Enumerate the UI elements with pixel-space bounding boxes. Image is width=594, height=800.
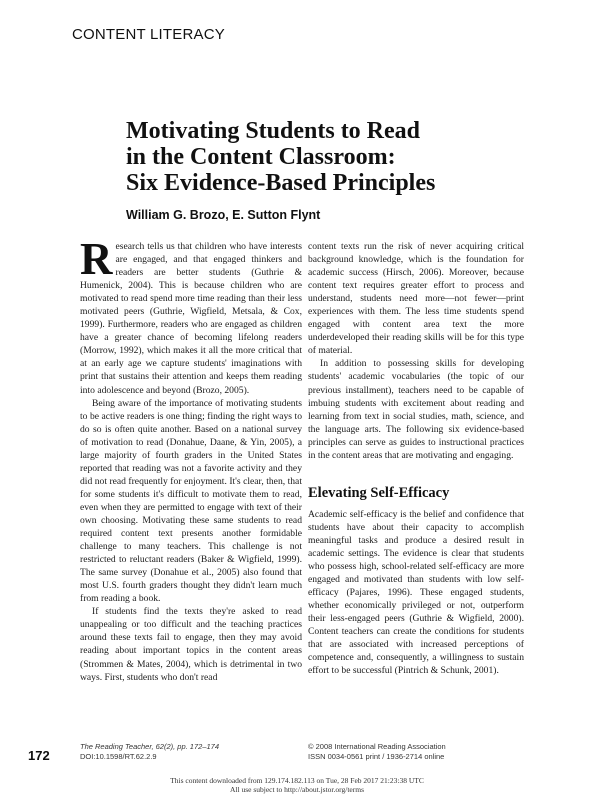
- paragraph: content texts run the risk of never acqu…: [308, 241, 524, 357]
- article-authors: William G. Brozo, E. Sutton Flynt: [126, 208, 321, 222]
- paragraph: Research tells us that children who have…: [80, 234, 302, 397]
- paragraph-text: esearch tells us that children who have …: [80, 241, 302, 396]
- drop-cap: R: [80, 234, 113, 284]
- jstor-notice: This content downloaded from 129.174.182…: [0, 776, 594, 794]
- copyright: © 2008 International Reading Association: [308, 742, 446, 751]
- section-heading: Elevating Self-Efficacy: [308, 484, 450, 501]
- title-line-3: Six Evidence-Based Principles: [126, 170, 436, 196]
- footer-citation: The Reading Teacher, 62(2), pp. 172–174 …: [80, 742, 219, 762]
- paragraph: In addition to possessing skills for dev…: [308, 358, 524, 461]
- issn: ISSN 0034-0561 print / 1936-2714 online: [308, 752, 445, 761]
- article-title: Motivating Students to Read in the Conte…: [126, 118, 526, 196]
- footer-copyright: © 2008 International Reading Association…: [308, 742, 446, 762]
- paragraph: Academic self-efficacy is the belief and…: [308, 508, 524, 677]
- paragraph: Being aware of the importance of motivat…: [80, 397, 302, 605]
- left-column: Research tells us that children who have…: [80, 234, 302, 684]
- section-label: CONTENT LITERACY: [72, 26, 225, 43]
- journal-citation: The Reading Teacher, 62(2), pp. 172–174: [80, 742, 219, 751]
- paragraph: If students find the texts they're asked…: [80, 606, 302, 683]
- jstor-terms-line: All use subject to http://about.jstor.or…: [229, 785, 365, 794]
- title-line-2: in the Content Classroom:: [126, 144, 396, 170]
- page-number: 172: [28, 748, 50, 763]
- title-line-1: Motivating Students to Read: [126, 118, 421, 144]
- right-column: content texts run the risk of never acqu…: [308, 240, 524, 677]
- doi: DOI:10.1598/RT.62.2.9: [80, 752, 157, 761]
- jstor-download-line: This content downloaded from 129.174.182…: [170, 776, 424, 785]
